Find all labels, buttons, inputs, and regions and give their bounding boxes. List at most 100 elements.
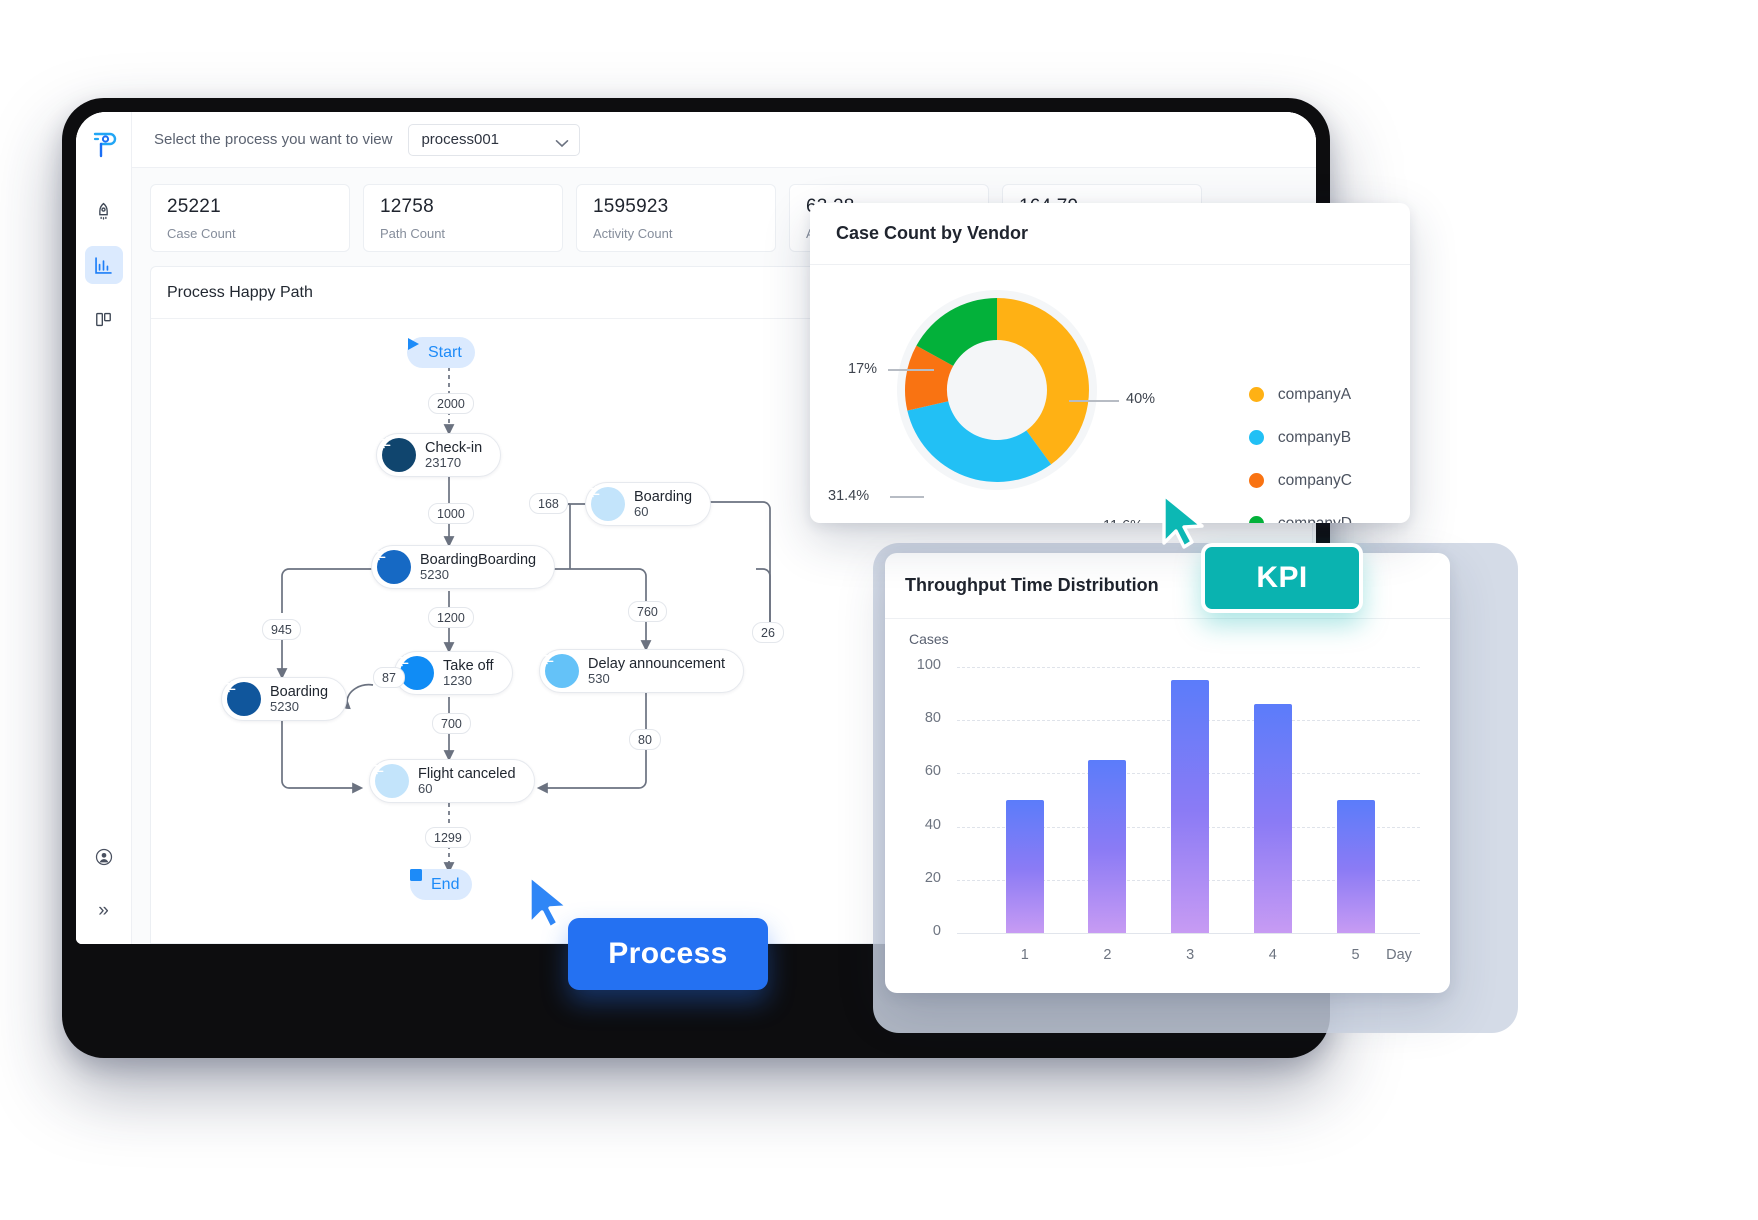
dot — [1423, 350, 1432, 359]
kpi-label: Case Count — [167, 225, 236, 241]
dot — [1479, 196, 1488, 205]
legend-label: companyD — [1277, 514, 1352, 524]
bar-gridline — [957, 667, 1420, 668]
dot — [1423, 400, 1432, 409]
donut-chart: 17% 40% 31.4% 11.6% companyA companyB co… — [810, 265, 1410, 523]
flow-node-text: Take off 1230 — [443, 658, 494, 689]
process-selector-bar: Select the process you want to view proc… — [132, 112, 1316, 168]
bar[interactable] — [1253, 704, 1292, 933]
edge-label: 1299 — [425, 827, 471, 848]
dot — [1471, 158, 1480, 167]
bar-card-title: Throughput Time Distribution — [905, 575, 1159, 595]
donut-pct-label-companyD: 17% — [848, 361, 878, 377]
transition-arrows-icon — [225, 680, 261, 716]
transition-arrows-icon — [398, 654, 434, 690]
bar-chart: Cases 0 20 40 60 80 100 1 2 3 4 5 Day — [885, 619, 1450, 993]
screenshot-root: » Select the process you want to view pr… — [0, 0, 1758, 1220]
flow-node-count: 60 — [634, 503, 649, 519]
process-select[interactable]: process001 — [408, 123, 581, 156]
legend-swatch-companyB — [1248, 430, 1264, 445]
flow-node-count: 1230 — [443, 672, 472, 688]
bar[interactable] — [1336, 800, 1375, 933]
flow-node-boardingboarding[interactable]: BoardingBoarding 5230 — [371, 545, 556, 589]
flow-node-delay-announcement[interactable]: Delay announcement 530 — [539, 649, 745, 693]
process-selector-label: Select the process you want to view — [154, 131, 393, 148]
flow-node-count: 60 — [418, 780, 433, 796]
donut-svg — [897, 290, 1097, 490]
flow-end-label: End — [431, 875, 460, 893]
bar-y-tick: 40 — [924, 816, 941, 833]
flow-node-text: Boarding 60 — [634, 489, 692, 520]
flow-node-boarding-60[interactable]: Boarding 60 — [585, 482, 712, 526]
cursor-pointer-kpi — [1158, 491, 1210, 558]
bar-card-header: Throughput Time Distribution — [885, 553, 1450, 619]
bar-x-tick: 5 — [1351, 947, 1360, 963]
kpi-card[interactable]: 12758 Path Count — [363, 184, 563, 252]
donut-leader-line — [1069, 400, 1119, 402]
cursor-pointer-process — [524, 872, 576, 939]
legend-item[interactable]: companyD — [1248, 502, 1352, 524]
legend-label: companyC — [1277, 471, 1352, 489]
flow-node-check-in[interactable]: Check-in 23170 — [376, 433, 502, 477]
sidebar-item-analytics[interactable] — [84, 246, 123, 284]
kpi-value: 1595923 — [593, 196, 669, 217]
donut-pct-label-companyB: 31.4% — [828, 488, 870, 504]
dot — [1479, 396, 1488, 405]
flow-node-text: Delay announcement 530 — [588, 656, 725, 687]
bar-x-tick: 3 — [1186, 947, 1195, 963]
kpi-card[interactable]: 25221 Case Count — [150, 184, 350, 252]
bar-y-tick: 100 — [916, 657, 941, 673]
flow-start-node[interactable]: Start — [407, 337, 475, 368]
kpi-value: 25221 — [167, 196, 221, 217]
bar-x-tick: 2 — [1103, 947, 1112, 963]
legend-label: companyB — [1277, 428, 1352, 446]
donut-legend: companyA companyB companyC companyD — [1248, 373, 1352, 524]
donut-card-title: Case Count by Vendor — [836, 223, 1029, 243]
throughput-time-distribution-card: Throughput Time Distribution Cases 0 20 40… — [885, 553, 1450, 993]
kpi-card[interactable]: 1595923 Activity Count — [576, 184, 776, 252]
kpi-label: Activity Count — [593, 225, 673, 241]
dot — [1423, 250, 1432, 259]
user-account-icon[interactable] — [85, 838, 123, 876]
edge-label: 700 — [432, 713, 471, 734]
expand-chevron-icon[interactable]: » — [85, 892, 123, 930]
kpi-value: 12758 — [380, 196, 434, 217]
flow-node-text: Flight canceled 60 — [418, 766, 516, 797]
edge-label: 87 — [373, 667, 405, 688]
flow-node-flight-canceled[interactable]: Flight canceled 60 — [369, 759, 535, 803]
bar[interactable] — [1171, 680, 1210, 933]
legend-item[interactable]: companyC — [1248, 459, 1352, 502]
bar-y-tick: 60 — [924, 763, 941, 780]
case-count-by-vendor-card: Case Count by Vendor 17% 40% 31.4% 11.6%… — [810, 203, 1410, 523]
flow-node-name: Check-in — [425, 439, 483, 456]
bar-y-axis-label: Cases — [909, 631, 949, 647]
dot — [1479, 346, 1488, 355]
bar[interactable] — [1088, 760, 1127, 933]
dot — [1479, 296, 1488, 305]
sidebar-item-dashboard[interactable] — [85, 300, 123, 338]
legend-item[interactable]: companyB — [1248, 416, 1352, 459]
sidebar-item-rocket[interactable] — [85, 192, 123, 230]
donut-leader-line — [888, 369, 934, 371]
bar-x-axis-label: Day — [1386, 947, 1412, 963]
flow-node-text: Check-in 23170 — [425, 440, 482, 471]
dot — [1423, 200, 1432, 209]
page-title: Process Happy Path — [167, 283, 313, 301]
legend-swatch-companyC — [1248, 473, 1264, 488]
process-select-value: process001 — [421, 131, 500, 148]
transition-arrows-icon — [373, 762, 409, 798]
flow-node-boarding-5230[interactable]: Boarding 5230 — [221, 677, 348, 721]
legend-label: companyA — [1277, 385, 1352, 403]
flow-node-take-off[interactable]: Take off 1230 — [394, 651, 513, 695]
bar[interactable] — [1005, 800, 1044, 933]
flow-end-node[interactable]: End — [410, 869, 473, 900]
dot — [1423, 300, 1432, 309]
transition-arrows-icon — [375, 548, 411, 584]
p-logo-icon — [87, 128, 121, 162]
legend-item[interactable]: companyA — [1248, 373, 1352, 416]
donut-pct-label-companyA: 40% — [1126, 391, 1156, 407]
dot — [1479, 246, 1488, 255]
edge-label: 1200 — [428, 607, 474, 628]
bar-axis-line — [957, 933, 1420, 934]
kpi-badge: KPI — [1201, 543, 1363, 613]
